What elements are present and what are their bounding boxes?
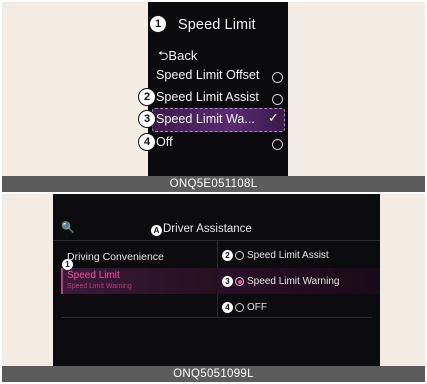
infotainment-screen: 🔍 A Driver Assistance Driving Convenienc…	[53, 194, 380, 366]
cluster-title: Speed Limit	[178, 17, 256, 33]
figure-caption: ONQ5E051108L	[2, 176, 425, 192]
radio-speed-limit-offset[interactable]	[272, 72, 283, 83]
callout-2: 2	[138, 88, 156, 106]
option-label: Off	[156, 135, 173, 149]
footer-divider	[61, 317, 372, 318]
search-icon[interactable]: 🔍	[61, 221, 75, 234]
option-speed-limit-warning[interactable]: Speed Limit Warning	[247, 276, 339, 287]
radio-speed-limit-assist[interactable]	[235, 251, 244, 260]
radio-off[interactable]	[235, 303, 244, 312]
radio-speed-limit-warning[interactable]	[235, 277, 244, 286]
menu-item-speed-limit-sub: Speed Limit Warning	[67, 283, 132, 290]
check-icon: ✓	[268, 110, 279, 125]
menu-item-speed-limit[interactable]: Speed Limit	[67, 270, 120, 281]
callout-1: 1	[149, 15, 167, 33]
back-button[interactable]: ⮌Back	[158, 47, 197, 69]
radio-off[interactable]	[272, 139, 283, 150]
bottom-figure: 🔍 A Driver Assistance Driving Convenienc…	[2, 194, 425, 382]
callout-3: 3	[222, 276, 233, 287]
callout-2: 2	[222, 250, 233, 261]
option-speed-limit-assist[interactable]: Speed Limit Assist	[247, 250, 329, 261]
radio-speed-limit-assist[interactable]	[272, 94, 283, 105]
option-speed-limit-warning[interactable]: Speed Limit Wa...	[156, 112, 255, 126]
callout-3: 3	[138, 110, 156, 128]
screen-title: Driver Assistance	[163, 223, 252, 235]
option-label: Speed Limit Assist	[156, 90, 259, 104]
back-label: Back	[168, 48, 198, 63]
callout-4: 4	[138, 133, 156, 151]
option-speed-limit-assist[interactable]: Speed Limit Assist	[156, 90, 259, 104]
top-figure: Speed Limit ⮌Back Speed Limit Offset Spe…	[2, 2, 425, 192]
back-icon: ⮌	[158, 48, 169, 63]
option-label: Speed Limit Offset	[156, 68, 260, 82]
option-speed-limit-offset[interactable]: Speed Limit Offset	[156, 68, 259, 82]
menu-item-driving-convenience[interactable]: Driving Convenience	[67, 251, 164, 263]
callout-4: 4	[222, 302, 233, 313]
callout-1: 1	[62, 259, 73, 270]
option-label: Speed Limit Wa...	[156, 112, 255, 126]
option-off[interactable]: Off	[156, 135, 173, 149]
callout-a: A	[151, 225, 162, 236]
figure-caption: ONQ5051099L	[2, 366, 425, 382]
option-off[interactable]: OFF	[247, 302, 267, 313]
cluster-display: Speed Limit ⮌Back Speed Limit Offset Spe…	[148, 2, 288, 176]
